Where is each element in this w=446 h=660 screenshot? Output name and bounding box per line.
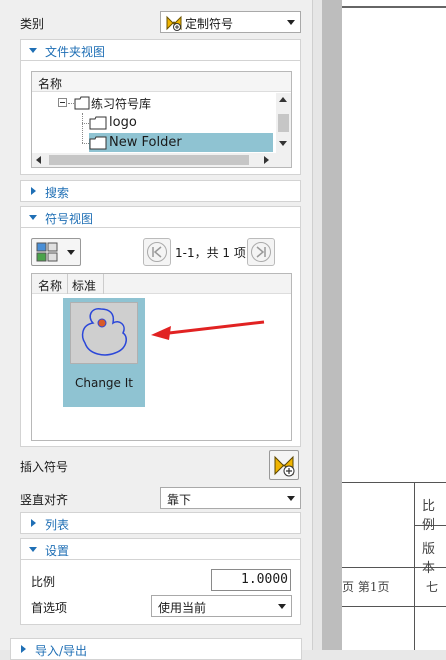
tree-column-name: 名称 xyxy=(38,77,63,91)
horizontal-scrollbar[interactable] xyxy=(32,153,291,167)
title-block-cell: 比例 xyxy=(422,499,436,533)
chevron-down-icon xyxy=(287,496,295,501)
settings-title: 设置 xyxy=(45,544,70,558)
view-mode-icon xyxy=(36,242,58,262)
chevron-down-icon xyxy=(278,604,286,609)
expand-triangle-icon xyxy=(21,645,26,653)
insert-symbol-label: 插入符号 xyxy=(20,460,69,474)
scroll-right-icon[interactable] xyxy=(264,156,269,164)
last-page-button[interactable] xyxy=(247,238,275,266)
scroll-thumb[interactable] xyxy=(278,114,289,132)
tree-item-label: 练习符号库 xyxy=(91,97,152,111)
title-block-cell: 七 xyxy=(426,580,439,594)
splitter[interactable] xyxy=(312,0,322,650)
symbol-view-header[interactable]: 符号视图 xyxy=(20,206,301,228)
category-value: 定制符号 xyxy=(185,17,234,31)
tree-row[interactable]: 练习符号库 xyxy=(32,93,276,113)
search-title: 搜索 xyxy=(45,186,70,200)
tree-collapse-icon[interactable] xyxy=(58,98,67,107)
last-page-icon xyxy=(256,246,266,258)
tree-header: 名称 xyxy=(32,72,291,92)
preference-dropdown[interactable]: 使用当前 xyxy=(151,595,292,617)
tree-item-label: logo xyxy=(109,115,137,130)
tree-row[interactable]: logo xyxy=(32,113,276,143)
settings-body: 比例 1.0000 首选项 使用当前 xyxy=(20,559,301,625)
scroll-left-icon[interactable] xyxy=(36,156,41,164)
scale-input[interactable]: 1.0000 xyxy=(211,569,291,591)
vertical-align-dropdown[interactable]: 靠下 xyxy=(160,487,301,509)
folder-icon xyxy=(89,136,107,150)
symbol-panel: 类别 定制符号 文件夹视图 名称 练习符号库 logo New Folder 搜… xyxy=(0,0,312,660)
scroll-down-icon[interactable] xyxy=(279,141,287,146)
vertical-scrollbar[interactable] xyxy=(276,93,291,153)
first-page-icon xyxy=(152,246,162,258)
folder-icon xyxy=(89,116,107,130)
vertical-align-label: 竖直对齐 xyxy=(20,493,69,507)
tree-item-label: New Folder xyxy=(109,135,182,150)
symbol-library-icon xyxy=(166,15,182,31)
expand-triangle-icon xyxy=(31,519,36,527)
symbol-label: Change It xyxy=(74,376,133,390)
expand-triangle-icon xyxy=(31,187,36,195)
insert-symbol-button[interactable] xyxy=(269,450,299,480)
folder-view-title: 文件夹视图 xyxy=(45,45,106,59)
symbol-view-title: 符号视图 xyxy=(45,212,94,226)
vertical-align-value: 靠下 xyxy=(167,493,192,507)
category-label: 类别 xyxy=(20,17,45,31)
folder-icon xyxy=(74,96,90,110)
folder-view-header[interactable]: 文件夹视图 xyxy=(20,39,301,61)
column-standard[interactable]: 标准 xyxy=(68,274,104,294)
red-arrow-annotation xyxy=(151,320,265,340)
title-block-cell: 版本 xyxy=(422,542,436,576)
folder-tree: 名称 练习符号库 logo New Folder xyxy=(31,71,292,168)
search-header[interactable]: 搜索 xyxy=(20,180,301,202)
first-page-button[interactable] xyxy=(143,238,171,266)
scale-label: 比例 xyxy=(31,575,56,589)
symbol-thumbnail xyxy=(70,302,138,364)
scroll-up-icon[interactable] xyxy=(279,97,287,102)
collapse-triangle-icon xyxy=(29,547,37,552)
import-export-title: 导入/导出 xyxy=(35,644,88,658)
symbol-list: 名称 标准 Change It xyxy=(31,273,292,441)
symbol-view-body: 1-1，共 1 项 名称 标准 Change It xyxy=(20,227,301,447)
chevron-down-icon xyxy=(67,250,75,255)
collapse-triangle-icon xyxy=(29,48,37,53)
pager-text: 1-1，共 1 项 xyxy=(175,246,246,260)
preference-value: 使用当前 xyxy=(158,601,207,615)
list-header[interactable]: 列表 xyxy=(20,512,301,534)
title-block-cell: 页 第1页 xyxy=(342,580,390,594)
symbol-tile[interactable]: Change It xyxy=(63,298,145,407)
chevron-down-icon xyxy=(287,20,295,25)
folder-view-body: 名称 练习符号库 logo New Folder xyxy=(20,60,301,175)
symbol-preview-icon xyxy=(81,308,128,356)
preference-label: 首选项 xyxy=(31,601,68,615)
insert-symbol-icon xyxy=(274,455,295,477)
collapse-triangle-icon xyxy=(29,215,37,220)
column-name[interactable]: 名称 xyxy=(32,274,68,294)
category-dropdown[interactable]: 定制符号 xyxy=(160,11,301,33)
list-title: 列表 xyxy=(45,518,70,532)
tree-row-selected[interactable]: New Folder xyxy=(32,133,276,153)
drawing-area: 比例 版本 页 第1页 七 xyxy=(322,0,446,650)
view-mode-dropdown[interactable] xyxy=(31,238,81,266)
symbol-list-header: 名称 标准 xyxy=(32,274,291,294)
import-export-header[interactable]: 导入/导出 xyxy=(10,638,302,660)
settings-header[interactable]: 设置 xyxy=(20,538,301,560)
drawing-sheet: 比例 版本 页 第1页 七 xyxy=(342,0,446,650)
scroll-thumb[interactable] xyxy=(49,155,249,165)
